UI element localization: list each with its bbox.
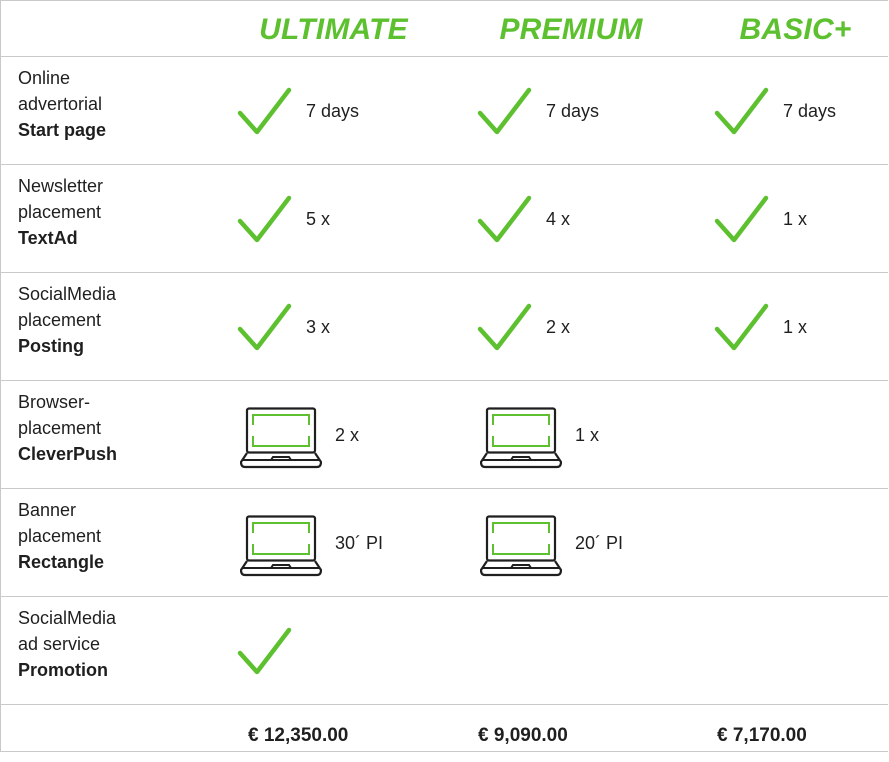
price-empty-cell — [1, 705, 211, 762]
check-icon — [476, 191, 534, 249]
feature-description-line: Banner — [18, 500, 77, 520]
laptop-icon — [476, 511, 562, 577]
cell-basic-plus — [684, 489, 889, 596]
cell-value: 2 x — [335, 425, 360, 445]
feature-label: Banner placement Rectangle — [1, 489, 211, 596]
feature-label: Newsletter placement TextAd — [1, 165, 211, 272]
feature-row: Banner placement Rectangle 30´ PI 20´ PI — [1, 489, 888, 597]
cell-value: 2 x — [546, 317, 571, 337]
feature-name: TextAd — [18, 228, 78, 248]
feature-description-line: SocialMedia — [18, 608, 117, 628]
cell-ultimate: 2 x — [211, 381, 448, 488]
feature-name: Start page — [18, 120, 107, 140]
cell-value: 7 days — [546, 101, 600, 121]
cell-premium — [448, 597, 684, 704]
feature-name: Rectangle — [18, 552, 105, 572]
feature-label: Browser-placement CleverPush — [1, 381, 211, 488]
laptop-icon — [476, 403, 562, 469]
price-basic-plus: € 7,170.00 — [717, 724, 807, 746]
cell-value: 7 days — [783, 101, 837, 121]
cell-basic-plus: 1 x — [684, 165, 889, 272]
price-ultimate: € 12,350.00 — [248, 724, 349, 746]
cell-basic-plus: 7 days — [684, 57, 889, 164]
feature-row: Online advertorial Start page 7 days 7 days 7… — [1, 57, 888, 165]
feature-description-line: SocialMedia — [18, 284, 117, 304]
feature-description-line: ad service — [18, 634, 101, 654]
check-icon — [713, 83, 771, 141]
check-icon — [236, 83, 294, 141]
header-empty-cell — [1, 1, 211, 56]
cell-premium: 20´ PI — [448, 489, 684, 596]
feature-row: Newsletter placement TextAd 5 x 4 x 1 x — [1, 165, 888, 273]
check-icon — [236, 299, 294, 357]
feature-row: SocialMedia ad service Promotion — [1, 597, 888, 705]
cell-basic-plus: 1 x — [684, 273, 889, 380]
feature-name: Posting — [18, 336, 84, 356]
feature-label: Online advertorial Start page — [1, 57, 211, 164]
header-row: ULTIMATE PREMIUM BASIC+ — [1, 1, 888, 57]
cell-ultimate: 7 days — [211, 57, 448, 164]
price-row: € 12,350.00 € 9,090.00 € 7,170.00 — [1, 705, 888, 762]
cell-premium: 7 days — [448, 57, 684, 164]
check-icon — [713, 191, 771, 249]
check-icon — [713, 299, 771, 357]
cell-value: 20´ PI — [575, 533, 624, 553]
price-premium: € 9,090.00 — [478, 724, 568, 746]
comparison-table: ULTIMATE PREMIUM BASIC+ Online advertoria… — [0, 0, 888, 752]
cell-value: 1 x — [783, 317, 808, 337]
cell-value: 30´ PI — [335, 533, 384, 553]
cell-value: 4 x — [546, 209, 571, 229]
cell-premium: 2 x — [448, 273, 684, 380]
tier-ultimate-heading: ULTIMATE — [259, 12, 408, 46]
check-icon — [236, 191, 294, 249]
laptop-icon — [236, 511, 322, 577]
cell-premium: 4 x — [448, 165, 684, 272]
feature-label: SocialMedia placement Posting — [1, 273, 211, 380]
feature-description-line: Browser- — [18, 392, 91, 412]
tier-basic-plus-heading: BASIC+ — [739, 12, 852, 46]
feature-description-line: placement — [18, 418, 102, 438]
check-icon — [236, 623, 294, 681]
cell-value: 1 x — [575, 425, 600, 445]
feature-name: Promotion — [18, 660, 108, 680]
tier-premium-heading: PREMIUM — [499, 12, 643, 46]
check-icon — [476, 299, 534, 357]
feature-name: CleverPush — [18, 444, 118, 464]
feature-row: Browser-placement CleverPush 2 x 1 x — [1, 381, 888, 489]
feature-description-line: advertorial — [18, 94, 103, 114]
feature-row: SocialMedia placement Posting 3 x 2 x 1 x — [1, 273, 888, 381]
feature-description-line: placement — [18, 202, 102, 222]
cell-value: 5 x — [306, 209, 331, 229]
cell-value: 3 x — [306, 317, 331, 337]
feature-description-line: placement — [18, 310, 102, 330]
cell-basic-plus — [684, 381, 889, 488]
feature-description-line: placement — [18, 526, 102, 546]
cell-ultimate: 30´ PI — [211, 489, 448, 596]
cell-value: 1 x — [783, 209, 808, 229]
feature-description-line: Online — [18, 68, 71, 88]
cell-ultimate: 5 x — [211, 165, 448, 272]
cell-value: 7 days — [306, 101, 360, 121]
check-icon — [476, 83, 534, 141]
cell-premium: 1 x — [448, 381, 684, 488]
cell-ultimate — [211, 597, 448, 704]
feature-label: SocialMedia ad service Promotion — [1, 597, 211, 704]
cell-ultimate: 3 x — [211, 273, 448, 380]
laptop-icon — [236, 403, 322, 469]
feature-description-line: Newsletter — [18, 176, 104, 196]
cell-basic-plus — [684, 597, 889, 704]
